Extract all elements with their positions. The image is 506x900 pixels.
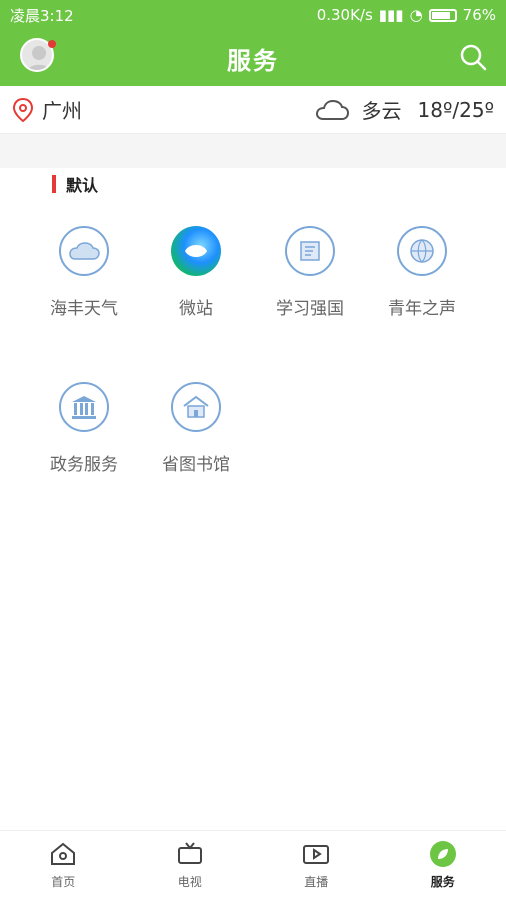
service-label: 微站 <box>179 299 213 319</box>
cloud-icon <box>59 226 109 276</box>
location-pin-icon <box>12 97 34 122</box>
service-item-weizhan[interactable]: 微站 <box>136 226 256 319</box>
battery-percent: 76% <box>462 6 496 24</box>
weather-condition: 多云 <box>361 99 402 123</box>
tab-home-label: 首页 <box>51 875 76 889</box>
section-header: 默认 <box>52 172 98 196</box>
notification-dot <box>48 40 56 48</box>
signal-icon: ▮▮▮ <box>378 6 404 24</box>
status-right: 0.30K/s ▮▮▮ ◔ 76% <box>317 6 496 24</box>
network-speed: 0.30K/s <box>316 6 373 24</box>
section-marker <box>52 175 56 193</box>
tab-service[interactable]: 服务 <box>380 831 506 900</box>
location-weather-bar: 广州 多云 18º/25º <box>0 86 506 134</box>
weizhan-logo-icon <box>171 226 221 276</box>
service-item-library[interactable]: 省图书馆 <box>136 382 256 475</box>
globe-icon <box>397 226 447 276</box>
service-label: 青年之声 <box>388 299 456 319</box>
service-label: 省图书馆 <box>162 455 230 475</box>
tab-tv-label: 电视 <box>177 875 202 889</box>
cloud-weather-icon <box>315 99 349 120</box>
wifi-icon: ◔ <box>409 6 423 24</box>
app-header: 服务 <box>0 30 506 86</box>
tv-icon <box>177 842 202 864</box>
tab-live-label: 直播 <box>304 875 329 889</box>
service-item-youth-voice[interactable]: 青年之声 <box>362 226 482 319</box>
city-name[interactable]: 广州 <box>42 95 82 124</box>
tab-service-label: 服务 <box>430 875 455 889</box>
section-divider <box>0 134 506 168</box>
section-title: 默认 <box>66 176 99 195</box>
library-house-icon <box>171 382 221 432</box>
service-leaf-icon <box>429 841 456 867</box>
home-icon <box>51 842 76 865</box>
temperature-range: 18º/25º <box>417 97 494 122</box>
service-label: 学习强国 <box>276 299 344 319</box>
service-item-weather[interactable]: 海丰天气 <box>24 226 144 319</box>
live-video-icon <box>303 845 330 864</box>
status-bar: 凌晨3:12 0.30K/s ▮▮▮ ◔ 76% <box>0 0 506 30</box>
service-label: 政务服务 <box>50 455 118 475</box>
xuexi-icon <box>285 226 335 276</box>
service-item-gov[interactable]: 政务服务 <box>24 382 144 475</box>
tab-live[interactable]: 直播 <box>253 831 380 900</box>
battery-icon <box>428 8 457 22</box>
bottom-nav: 首页 电视 直播 服务 <box>0 830 506 900</box>
search-icon[interactable] <box>458 42 488 72</box>
page-title: 服务 <box>227 46 279 75</box>
status-time: 凌晨3:12 <box>10 6 74 25</box>
service-label: 海丰天气 <box>50 299 118 319</box>
service-item-xuexi[interactable]: 学习强国 <box>250 226 370 319</box>
tab-tv[interactable]: 电视 <box>127 831 254 900</box>
tab-home[interactable]: 首页 <box>0 831 127 900</box>
government-building-icon <box>59 382 109 432</box>
